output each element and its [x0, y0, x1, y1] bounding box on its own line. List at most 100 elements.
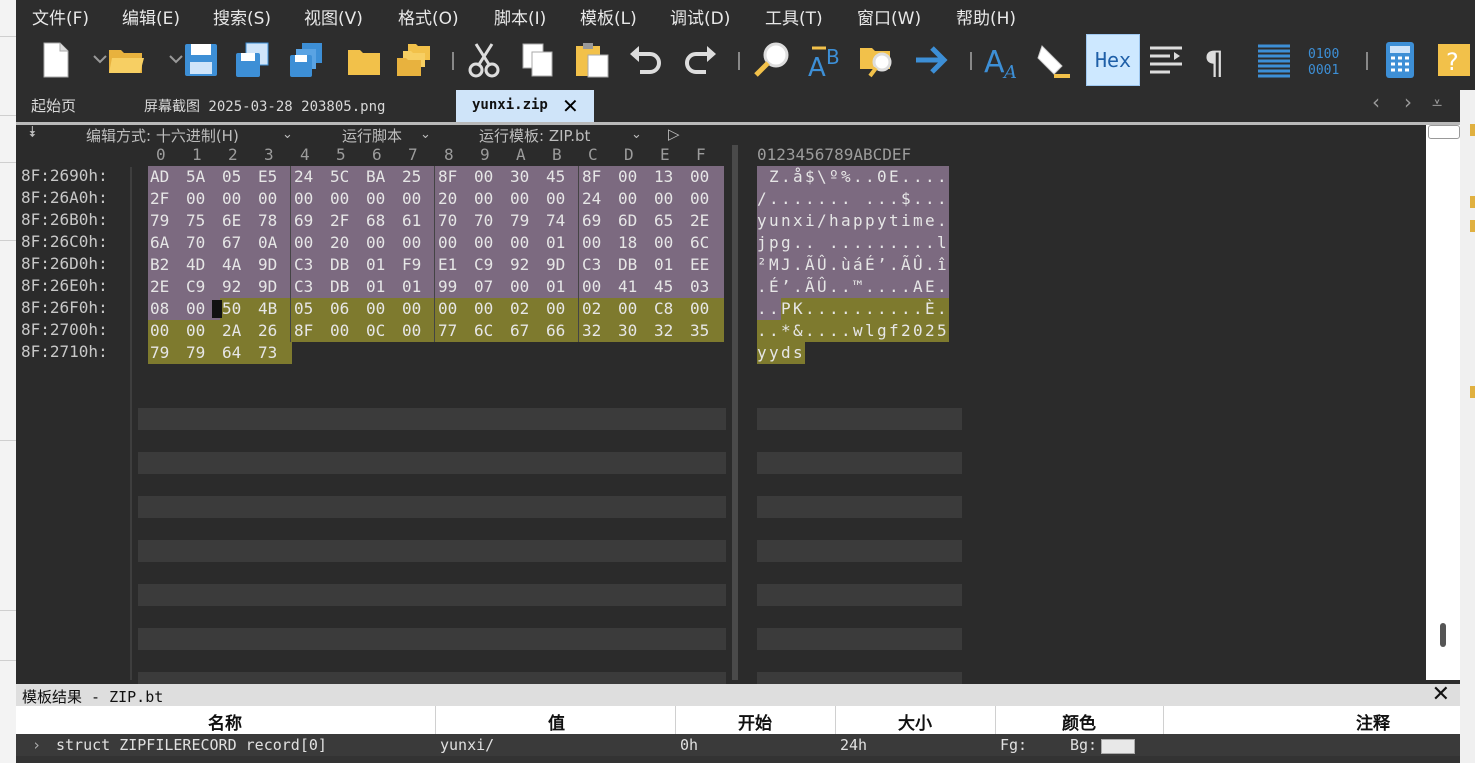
- hex-byte[interactable]: C3: [292, 254, 328, 276]
- hex-byte[interactable]: 13: [652, 166, 688, 188]
- ascii-char[interactable]: g: [877, 320, 889, 342]
- hex-byte[interactable]: C3: [292, 276, 328, 298]
- ascii-char[interactable]: ’: [877, 254, 889, 276]
- ascii-char[interactable]: $: [901, 188, 913, 210]
- hex-byte[interactable]: 6D: [616, 210, 652, 232]
- ascii-char[interactable]: Û: [817, 276, 829, 298]
- ascii-char[interactable]: .: [757, 298, 769, 320]
- hex-byte[interactable]: 00: [472, 166, 508, 188]
- hex-byte[interactable]: 00: [616, 188, 652, 210]
- col-color-header[interactable]: 颜色: [1062, 709, 1096, 734]
- hex-byte[interactable]: 92: [508, 254, 544, 276]
- close-icon[interactable]: ✕: [1432, 682, 1450, 707]
- ascii-char[interactable]: .: [853, 232, 865, 254]
- hex-byte[interactable]: 00: [220, 188, 256, 210]
- ascii-char[interactable]: å: [793, 166, 805, 188]
- bg-color-swatch[interactable]: [1101, 737, 1135, 755]
- ascii-char[interactable]: .: [913, 298, 925, 320]
- hex-byte[interactable]: 00: [184, 188, 220, 210]
- run-template-dropdown[interactable]: 运行模板: ZIP.bt: [479, 125, 590, 146]
- hex-byte[interactable]: 01: [544, 232, 580, 254]
- help-icon[interactable]: ?: [1434, 40, 1474, 80]
- ascii-char[interactable]: .: [829, 188, 841, 210]
- hex-byte[interactable]: 00: [580, 276, 616, 298]
- ascii-char[interactable]: p: [865, 210, 877, 232]
- ascii-char[interactable]: y: [769, 342, 781, 364]
- ascii-char[interactable]: .: [757, 276, 769, 298]
- hex-byte[interactable]: C8: [652, 298, 688, 320]
- hex-byte[interactable]: 70: [472, 210, 508, 232]
- ascii-char[interactable]: É: [865, 254, 877, 276]
- vertical-scrollbar[interactable]: [1426, 125, 1460, 680]
- ascii-char[interactable]: 2: [901, 320, 913, 342]
- hex-byte[interactable]: 45: [652, 276, 688, 298]
- ascii-char[interactable]: .: [889, 254, 901, 276]
- ascii-char[interactable]: È: [925, 298, 937, 320]
- ascii-char[interactable]: i: [805, 210, 817, 232]
- ascii-char[interactable]: p: [853, 210, 865, 232]
- hex-byte[interactable]: 18: [616, 232, 652, 254]
- col-size-header[interactable]: 大小: [898, 709, 932, 734]
- hex-byte[interactable]: 99: [436, 276, 472, 298]
- replace-icon[interactable]: AB: [806, 40, 846, 83]
- menu-edit[interactable]: 编辑(E): [122, 4, 180, 29]
- hex-byte[interactable]: 69: [292, 210, 328, 232]
- hex-byte[interactable]: 00: [400, 320, 436, 342]
- ascii-char[interactable]: .: [925, 166, 937, 188]
- chevron-down-icon[interactable]: [156, 40, 183, 80]
- expand-chevron-icon[interactable]: ›: [32, 736, 41, 754]
- hex-byte[interactable]: 5A: [184, 166, 220, 188]
- ascii-char[interactable]: x: [793, 210, 805, 232]
- ascii-char[interactable]: j: [757, 232, 769, 254]
- hex-byte[interactable]: 67: [220, 232, 256, 254]
- hex-byte[interactable]: 78: [256, 210, 292, 232]
- ascii-char[interactable]: .: [757, 320, 769, 342]
- hex-byte[interactable]: 00: [184, 320, 220, 342]
- ascii-char[interactable]: n: [781, 210, 793, 232]
- hex-byte[interactable]: 8F: [436, 166, 472, 188]
- edit-mode-dropdown[interactable]: 编辑方式: 十六进制(H): [86, 125, 239, 146]
- hex-mode-button[interactable]: Hex: [1086, 34, 1140, 86]
- ascii-char[interactable]: .: [793, 276, 805, 298]
- ascii-char[interactable]: .: [937, 166, 949, 188]
- hex-byte[interactable]: 00: [616, 298, 652, 320]
- hex-byte[interactable]: 00: [652, 232, 688, 254]
- ascii-char[interactable]: .: [805, 320, 817, 342]
- ascii-char[interactable]: .: [913, 232, 925, 254]
- hex-byte[interactable]: 79: [148, 210, 184, 232]
- menu-format[interactable]: 格式(O): [398, 4, 459, 29]
- highlight-icon[interactable]: [1034, 40, 1074, 80]
- hex-byte[interactable]: 06: [328, 298, 364, 320]
- ascii-char[interactable]: .: [877, 188, 889, 210]
- hex-byte[interactable]: 6E: [220, 210, 256, 232]
- ascii-char[interactable]: /: [817, 210, 829, 232]
- hex-byte[interactable]: 2F: [148, 188, 184, 210]
- hex-byte[interactable]: 00: [364, 298, 400, 320]
- hex-byte[interactable]: 00: [292, 232, 328, 254]
- hex-byte[interactable]: 6C: [688, 232, 724, 254]
- ascii-char[interactable]: .: [817, 298, 829, 320]
- ascii-char[interactable]: Û: [913, 254, 925, 276]
- menu-template[interactable]: 模板(L): [580, 4, 637, 29]
- ascii-char[interactable]: .: [769, 320, 781, 342]
- scrollbar-thumb[interactable]: [1440, 623, 1446, 647]
- hex-byte[interactable]: 4D: [184, 254, 220, 276]
- hex-byte[interactable]: 66: [544, 320, 580, 342]
- ascii-char[interactable]: .: [913, 166, 925, 188]
- menu-script[interactable]: 脚本(I): [494, 4, 546, 29]
- hex-byte[interactable]: 00: [508, 188, 544, 210]
- ascii-char[interactable]: K: [793, 298, 805, 320]
- menu-debug[interactable]: 调试(D): [670, 4, 730, 29]
- copy-icon[interactable]: [518, 40, 558, 80]
- hex-byte[interactable]: 65: [652, 210, 688, 232]
- ascii-char[interactable]: ’: [781, 276, 793, 298]
- hex-byte[interactable]: 00: [688, 298, 724, 320]
- hex-byte[interactable]: 32: [652, 320, 688, 342]
- ascii-char[interactable]: î: [937, 254, 949, 276]
- ascii-char[interactable]: [817, 232, 829, 254]
- ascii-char[interactable]: .: [817, 320, 829, 342]
- col-comment-header[interactable]: 注释: [1356, 709, 1390, 734]
- ascii-char[interactable]: .: [901, 232, 913, 254]
- hex-byte[interactable]: 2E: [688, 210, 724, 232]
- menu-file[interactable]: 文件(F): [32, 4, 89, 29]
